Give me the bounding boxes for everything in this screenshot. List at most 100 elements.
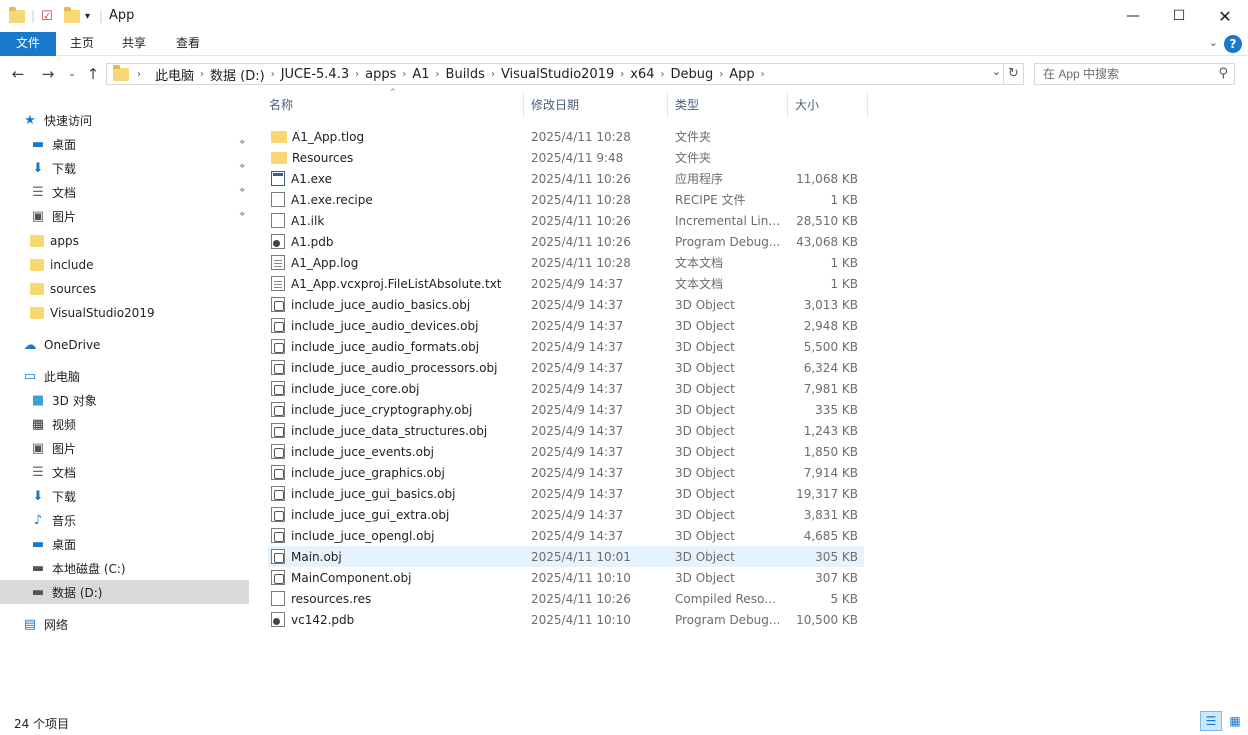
file-name-cell[interactable]: resources.res xyxy=(268,591,524,606)
search-input[interactable] xyxy=(1035,64,1205,84)
large-icons-view-button[interactable]: ▦ xyxy=(1224,711,1246,731)
recent-locations-icon[interactable]: ⌄ xyxy=(62,69,82,79)
tab-view[interactable]: 查看 xyxy=(162,32,214,56)
breadcrumb-item[interactable]: 数据 (D:) xyxy=(204,65,271,84)
file-name-cell[interactable]: include_juce_gui_basics.obj xyxy=(268,486,524,501)
file-name-cell[interactable]: include_juce_opengl.obj xyxy=(268,528,524,543)
properties-icon[interactable]: ☑ xyxy=(41,7,53,25)
help-button[interactable]: ? xyxy=(1224,35,1242,53)
minimize-button[interactable]: — xyxy=(1110,0,1156,32)
file-name-cell[interactable]: include_juce_audio_processors.obj xyxy=(268,360,524,375)
sidebar-item[interactable]: include xyxy=(0,253,249,277)
file-row[interactable]: A1.exe 2025/4/11 10:26 应用程序 11,068 KB xyxy=(268,168,864,189)
file-row[interactable]: A1_App.tlog 2025/4/11 10:28 文件夹 xyxy=(268,126,864,147)
sidebar-item[interactable]: ▤ 网络 xyxy=(0,612,249,636)
sidebar-item[interactable]: ☰ 文档 ⌖ xyxy=(0,180,249,204)
file-row[interactable]: include_juce_audio_devices.obj 2025/4/9 1… xyxy=(268,315,864,336)
sidebar-item[interactable]: ■ 3D 对象 xyxy=(0,388,249,412)
sidebar-item[interactable]: ▦ 视频 xyxy=(0,412,249,436)
tab-file[interactable]: 文件 xyxy=(0,32,56,56)
details-view-button[interactable]: ☰ xyxy=(1200,711,1222,731)
tab-share[interactable]: 共享 xyxy=(108,32,160,56)
file-name-cell[interactable]: A1_App.log xyxy=(268,255,524,270)
file-name-cell[interactable]: A1.exe xyxy=(268,171,524,186)
file-row[interactable]: include_juce_core.obj 2025/4/9 14:37 3D Ob… xyxy=(268,378,864,399)
file-row[interactable]: include_juce_gui_basics.obj 2025/4/9 14:3… xyxy=(268,483,864,504)
close-button[interactable]: ✕ xyxy=(1202,0,1248,32)
up-button[interactable]: ↑ xyxy=(83,65,103,83)
file-row[interactable]: include_juce_audio_processors.obj 2025/4/… xyxy=(268,357,864,378)
sidebar-item[interactable]: ★ 快速访问 xyxy=(0,108,249,132)
file-row[interactable]: A1.ilk 2025/4/11 10:26 Incremental Link...… xyxy=(268,210,864,231)
file-name-cell[interactable]: include_juce_data_structures.obj xyxy=(268,423,524,438)
sidebar-item[interactable]: VisualStudio2019 xyxy=(0,301,249,325)
file-name-cell[interactable]: include_juce_core.obj xyxy=(268,381,524,396)
column-header-date[interactable]: 修改日期 xyxy=(524,92,668,118)
file-row[interactable]: include_juce_audio_formats.obj 2025/4/9 1… xyxy=(268,336,864,357)
file-name-cell[interactable]: Main.obj xyxy=(268,549,524,564)
tab-home[interactable]: 主页 xyxy=(56,32,108,56)
file-row[interactable]: resources.res 2025/4/11 10:26 Compiled Res… xyxy=(268,588,864,609)
file-row[interactable]: A1_App.log 2025/4/11 10:28 文本文档 1 KB xyxy=(268,252,864,273)
address-dropdown-icon[interactable]: ⌄ xyxy=(992,65,1001,78)
file-row[interactable]: Main.obj 2025/4/11 10:01 3D Object 305 KB xyxy=(268,546,864,567)
file-name-cell[interactable]: MainComponent.obj xyxy=(268,570,524,585)
file-name-cell[interactable]: include_juce_cryptography.obj xyxy=(268,402,524,417)
file-name-cell[interactable]: include_juce_events.obj xyxy=(268,444,524,459)
breadcrumb-item[interactable]: VisualStudio2019 xyxy=(495,67,620,82)
breadcrumb-item[interactable]: JUCE-5.4.3 xyxy=(275,67,355,82)
sidebar-item[interactable]: ▬ 本地磁盘 (C:) xyxy=(0,556,249,580)
file-row[interactable]: include_juce_cryptography.obj 2025/4/9 14… xyxy=(268,399,864,420)
file-row[interactable]: include_juce_opengl.obj 2025/4/9 14:37 3D … xyxy=(268,525,864,546)
file-row[interactable]: vc142.pdb 2025/4/11 10:10 Program Debug...… xyxy=(268,609,864,630)
file-row[interactable]: include_juce_gui_extra.obj 2025/4/9 14:37… xyxy=(268,504,864,525)
chevron-right-icon[interactable]: › xyxy=(137,69,141,80)
address-bar[interactable]: › 此电脑 › 数据 (D:) › JUCE-5.4.3 › apps › A1 › Builds ›… xyxy=(106,63,1004,85)
file-name-cell[interactable]: include_juce_audio_basics.obj xyxy=(268,297,524,312)
back-button[interactable]: ← xyxy=(8,65,28,83)
column-header-size[interactable]: 大小 xyxy=(788,92,868,118)
search-box[interactable]: ⚲ xyxy=(1034,63,1235,85)
file-row[interactable]: include_juce_audio_basics.obj 2025/4/9 14… xyxy=(268,294,864,315)
breadcrumb-item[interactable]: Debug xyxy=(665,67,720,82)
file-name-cell[interactable]: A1_App.tlog xyxy=(268,130,524,144)
new-folder-icon[interactable] xyxy=(64,6,80,25)
file-row[interactable]: Resources 2025/4/11 9:48 文件夹 xyxy=(268,147,864,168)
file-name-cell[interactable]: include_juce_gui_extra.obj xyxy=(268,507,524,522)
file-name-cell[interactable]: A1.exe.recipe xyxy=(268,192,524,207)
file-name-cell[interactable]: include_juce_audio_devices.obj xyxy=(268,318,524,333)
file-row[interactable]: A1.pdb 2025/4/11 10:26 Program Debug... 43,… xyxy=(268,231,864,252)
refresh-button[interactable]: ↻ xyxy=(1004,63,1024,85)
forward-button[interactable]: → xyxy=(38,65,58,83)
sidebar-item[interactable]: ▣ 图片 xyxy=(0,436,249,460)
customize-toolbar-icon[interactable]: ▾ xyxy=(85,7,90,25)
sidebar-item[interactable]: apps xyxy=(0,229,249,253)
file-name-cell[interactable]: include_juce_graphics.obj xyxy=(268,465,524,480)
breadcrumb-item[interactable]: 此电脑 xyxy=(149,65,200,84)
breadcrumb-item[interactable]: apps xyxy=(359,67,402,82)
file-row[interactable]: A1.exe.recipe 2025/4/11 10:28 RECIPE 文件 1 K… xyxy=(268,189,864,210)
file-name-cell[interactable]: include_juce_audio_formats.obj xyxy=(268,339,524,354)
breadcrumb-item[interactable]: Builds xyxy=(440,67,491,82)
sidebar-item[interactable]: ▬ 桌面 ⌖ xyxy=(0,132,249,156)
file-row[interactable]: include_juce_events.obj 2025/4/9 14:37 3D … xyxy=(268,441,864,462)
maximize-button[interactable]: ☐ xyxy=(1156,0,1202,32)
file-name-cell[interactable]: A1_App.vcxproj.FileListAbsolute.txt xyxy=(268,276,524,291)
sidebar-item[interactable]: ☰ 文档 xyxy=(0,460,249,484)
sidebar-item[interactable]: ♪ 音乐 xyxy=(0,508,249,532)
file-row[interactable]: A1_App.vcxproj.FileListAbsolute.txt 2025/… xyxy=(268,273,864,294)
sidebar-item[interactable]: ⬇ 下载 xyxy=(0,484,249,508)
file-row[interactable]: include_juce_data_structures.obj 2025/4/9… xyxy=(268,420,864,441)
file-name-cell[interactable]: vc142.pdb xyxy=(268,612,524,627)
chevron-right-icon[interactable]: › xyxy=(761,69,765,80)
file-row[interactable]: include_juce_graphics.obj 2025/4/9 14:37 3… xyxy=(268,462,864,483)
search-icon[interactable]: ⚲ xyxy=(1218,66,1228,81)
expand-ribbon-icon[interactable]: ⌄ xyxy=(1209,36,1218,49)
sidebar-item[interactable]: sources xyxy=(0,277,249,301)
sidebar-item[interactable]: ▭ 此电脑 xyxy=(0,364,249,388)
sidebar-item[interactable]: ▣ 图片 ⌖ xyxy=(0,204,249,228)
breadcrumb-item[interactable]: A1 xyxy=(406,67,435,82)
file-name-cell[interactable]: A1.pdb xyxy=(268,234,524,249)
sidebar-item[interactable]: ☁ OneDrive xyxy=(0,333,249,357)
file-name-cell[interactable]: Resources xyxy=(268,151,524,165)
